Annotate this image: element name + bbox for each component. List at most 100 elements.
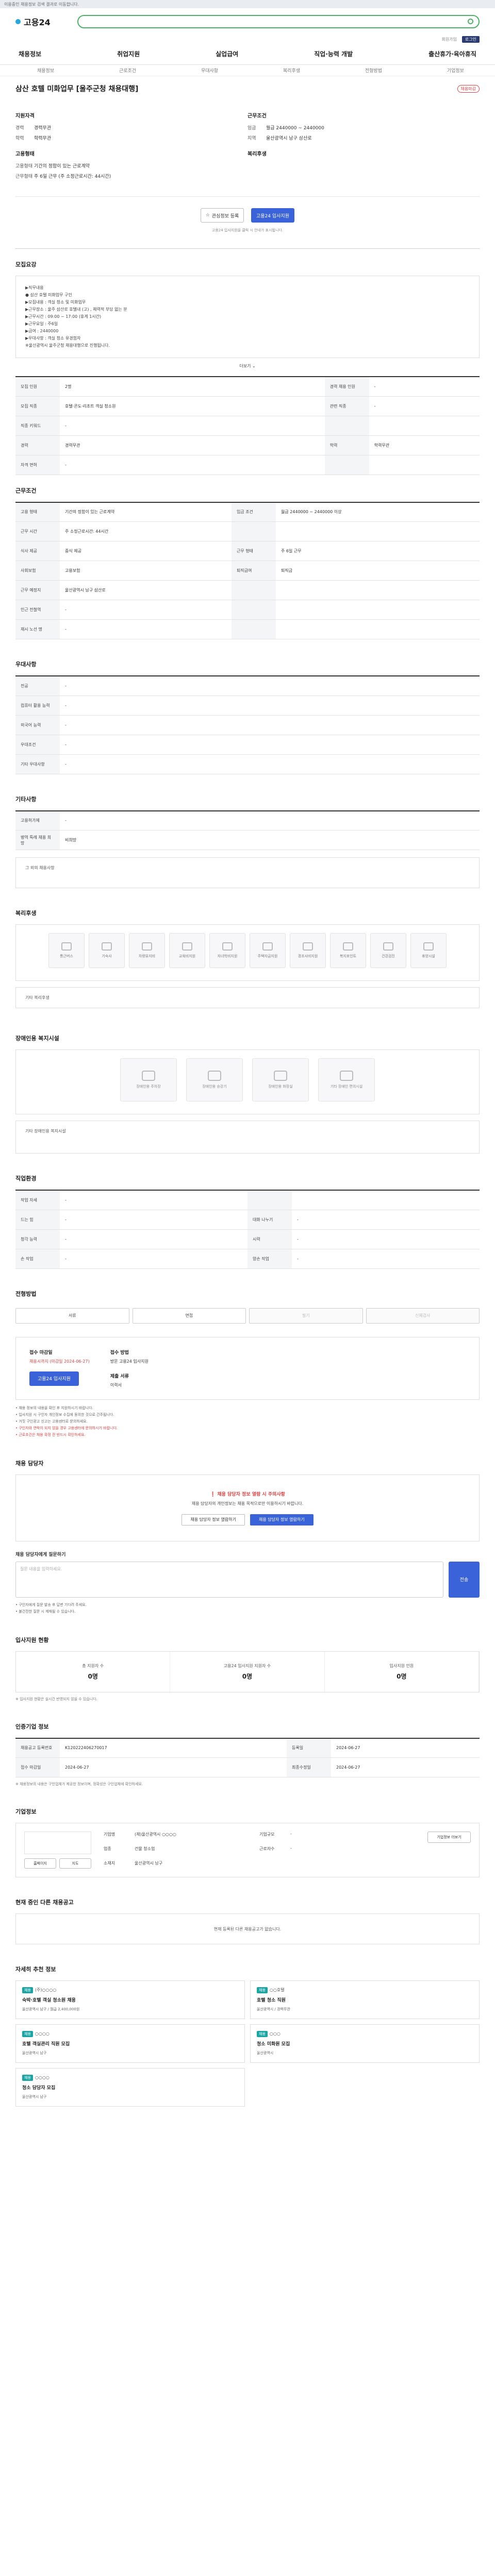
welfare-icon bbox=[343, 942, 353, 951]
nav-item-4[interactable]: 출산휴가·육아휴직 bbox=[428, 49, 476, 58]
question-send-button[interactable]: 전송 bbox=[449, 1561, 480, 1598]
table-cell: 2명 bbox=[60, 377, 325, 397]
kv-key: 지역 bbox=[248, 136, 256, 141]
table-header-cell bbox=[324, 416, 369, 436]
job-title: 삼산 호텔 미화업무 [울주군청 채용대행] bbox=[15, 85, 139, 93]
login-button[interactable]: 로그인 bbox=[461, 36, 480, 43]
table-row: 직종 키워드 - bbox=[15, 416, 480, 436]
table-header-cell: 퇴직급여 bbox=[231, 561, 276, 581]
table-row: 재시 노선 명- bbox=[15, 619, 480, 639]
table-row: 식사 제공 중식 제공 근무 형태 주 6일 근무 bbox=[15, 541, 480, 561]
welfare-label: 복지포인트 bbox=[339, 954, 357, 958]
company-more-button[interactable]: 기업정보 더보기 bbox=[427, 1832, 471, 1843]
table-cell: - bbox=[60, 1210, 248, 1230]
section-title-recommend: 자세히 추천 정보 bbox=[15, 1966, 56, 1973]
recommend-card[interactable]: 채용 ○○○○ 호텔 객실관리 직원 모집 울산광역시 남구 bbox=[15, 2024, 245, 2063]
stat-value: 0명 bbox=[397, 1672, 407, 1680]
table-header-cell: 청각 능력 bbox=[15, 1229, 60, 1249]
rec-title: 숙박·호텔 객실 청소원 채용 bbox=[22, 1998, 76, 2003]
table-header-cell: 학력 bbox=[324, 435, 369, 455]
job-env-table: 작업 자세 - 드는 힘 - 대화 나누기 - 청각 능력 - 시력 - 손 작업 - 양손 작업 - bbox=[15, 1190, 480, 1269]
section-title-others: 현재 중인 다른 채용공고 bbox=[15, 1899, 74, 1906]
question-input[interactable]: 질문 내용을 입력하세요. bbox=[15, 1561, 443, 1598]
recommend-card[interactable]: 채용 ○○○ 청소 미화원 모집 울산광역시 bbox=[250, 2024, 480, 2063]
intro-line: ▶우대사항 : 객실 청소 유경험자 bbox=[25, 336, 81, 341]
method-label: 접수 방법 bbox=[110, 1350, 129, 1355]
table-cell: - bbox=[60, 416, 325, 436]
note-item: • 구인자와 연락이 되지 않을 경우 고용센터에 문의하시기 바랍니다. bbox=[15, 1426, 118, 1430]
recommend-card[interactable]: 채용 ○○○○ 청소 담당자 모집 울산광역시 남구 bbox=[15, 2068, 245, 2107]
map-button[interactable]: 지도 bbox=[59, 1858, 91, 1869]
company-name-label: 기업명 bbox=[104, 1832, 116, 1837]
facility-label: 장애인용 주차장 bbox=[136, 1084, 161, 1089]
subnav-item-2[interactable]: 우대사항 bbox=[201, 67, 218, 74]
alert-icon: ❗ bbox=[210, 1492, 216, 1497]
table-cell: - bbox=[60, 1190, 248, 1210]
table-header-cell: 최종수정일 bbox=[286, 1757, 331, 1777]
more-button[interactable]: 더보기 ⌄ bbox=[15, 358, 480, 371]
section-title-process: 전형방법 bbox=[15, 1290, 37, 1297]
scrap-button[interactable]: ☆ 관심정보 등록 bbox=[201, 208, 244, 223]
rec-meta: 울산광역시 남구 bbox=[22, 2051, 47, 2055]
subnav-item-3[interactable]: 복리후생 bbox=[283, 67, 300, 74]
apply-button[interactable]: 고용24 입사지원 bbox=[251, 208, 294, 223]
table-row: 모집 직종 호텔·콘도·리조트 객실 청소원 관련 직종 - bbox=[15, 396, 480, 416]
subnav-item-0[interactable]: 채용정보 bbox=[37, 67, 54, 74]
cond-table: 고용 형태 기간의 정함이 있는 근로계약 임금 조건 월급 2440000 ~ 24… bbox=[15, 501, 480, 639]
search-input[interactable] bbox=[77, 15, 480, 28]
apply-box: 접수 마감일 채용시까지 (마감일 2024-06-27) 고용24 입사지원 … bbox=[15, 1336, 480, 1400]
view-manager-blue-button[interactable]: 채용 담당자 정보 열람하기 bbox=[250, 1514, 314, 1526]
section-title-cert: 인증기업 정보 bbox=[15, 1723, 49, 1730]
subnav-item-5[interactable]: 기업정보 bbox=[447, 67, 464, 74]
table-row: 손 작업 - 양손 작업 - bbox=[15, 1249, 480, 1269]
rec-company-name: ○○○○ bbox=[35, 2031, 50, 2036]
welfare-label: 교육비지원 bbox=[178, 954, 196, 958]
table-cell: 2024-06-27 bbox=[331, 1738, 480, 1758]
stat-item: 고용24 입사지원 지원자 수 0명 bbox=[170, 1651, 325, 1692]
welfare-label: 차량유지비 bbox=[138, 954, 156, 958]
homepage-button[interactable]: 홈페이지 bbox=[24, 1858, 56, 1869]
note-item: • 채용 정보의 내용을 확인 후 지원하시기 바랍니다. bbox=[15, 1405, 93, 1410]
table-row: 컴퓨터 활용 능력 - bbox=[15, 696, 480, 716]
question-notes: • 구인자에게 질문 발송 후 답변 기다려 주세요. • 불건전한 질문 시 제… bbox=[15, 1602, 480, 1615]
table-row: 경력 경력무관 학력 학력무관 bbox=[15, 435, 480, 455]
welfare-icon bbox=[142, 942, 152, 951]
cond-heading: 근무조건 bbox=[248, 113, 267, 119]
table-row: 드는 힘 - 대화 나누기 - bbox=[15, 1210, 480, 1230]
note-item: • 근로조건은 채용 확정 전 반드시 확인하세요. bbox=[15, 1432, 86, 1437]
nav-item-1[interactable]: 취업지원 bbox=[117, 49, 140, 58]
table-header-cell bbox=[248, 1190, 292, 1210]
nav-item-0[interactable]: 채용정보 bbox=[19, 49, 41, 58]
question-heading: 채용 담당자에게 질문하기 bbox=[15, 1552, 66, 1557]
facility-icon bbox=[340, 1071, 353, 1081]
table-header-cell: 전공 bbox=[15, 676, 60, 696]
table-header-cell: 재시 노선 명 bbox=[15, 619, 60, 639]
apply-button-2[interactable]: 고용24 입사지원 bbox=[29, 1371, 79, 1386]
table-cell bbox=[369, 455, 480, 475]
rec-company: 채용 (주)○○○○ bbox=[22, 1987, 238, 1993]
stat-item: 입사지원 인원 0명 bbox=[325, 1651, 479, 1692]
search-icon[interactable] bbox=[468, 19, 473, 24]
subnav-item-1[interactable]: 근로조건 bbox=[119, 67, 136, 74]
welfare-icon bbox=[303, 942, 313, 951]
subnav-item-4[interactable]: 전형방법 bbox=[365, 67, 382, 74]
site-header: 고용24 회원가입 로그인 채용정보 취업지원 실업급여 직업·능력 개발 출산휴가·육… bbox=[0, 8, 495, 76]
nav-item-3[interactable]: 직업·능력 개발 bbox=[314, 49, 353, 58]
process-steps: 서류 면접 필기 신체검사 bbox=[15, 1305, 480, 1327]
table-cell: - bbox=[292, 1249, 480, 1269]
util-menu: 회원가입 로그인 bbox=[0, 35, 495, 43]
company-logo bbox=[24, 1832, 91, 1854]
nav-item-2[interactable]: 실업급여 bbox=[216, 49, 238, 58]
view-manager-button[interactable]: 채용 담당자 정보 열람하기 bbox=[182, 1514, 245, 1526]
table-cell: 학력무관 bbox=[369, 435, 480, 455]
process-step: 필기 bbox=[249, 1308, 363, 1324]
recommend-card[interactable]: 채용 (주)○○○○ 숙박·호텔 객실 청소원 채용 울산광역시 남구 / 월급 2,… bbox=[15, 1980, 245, 2019]
table-row: 우대조건 - bbox=[15, 735, 480, 755]
rec-company-name: ○○○ bbox=[269, 2031, 280, 2036]
table-cell: - bbox=[60, 619, 232, 639]
join-link[interactable]: 회원가입 bbox=[441, 37, 456, 42]
disabled-note: 기타 장애인용 복지시설 bbox=[15, 1121, 480, 1154]
docs-label: 제출 서류 bbox=[110, 1374, 129, 1379]
site-logo[interactable]: 고용24 bbox=[15, 15, 51, 28]
recommend-card[interactable]: 채용 ○○호텔 호텔 청소 직원 울산광역시 / 경력무관 bbox=[250, 1980, 480, 2019]
